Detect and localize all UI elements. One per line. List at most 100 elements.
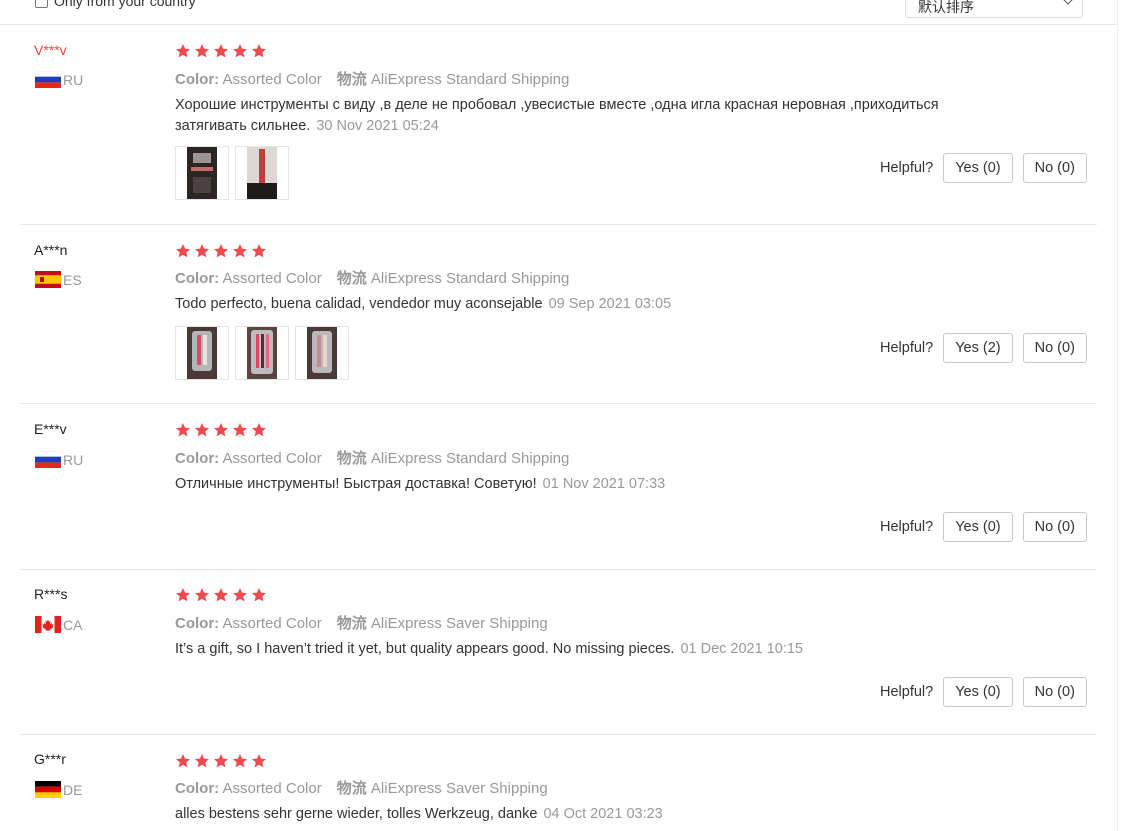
helpful-yes-button[interactable]: Yes (0) [943,677,1013,707]
review-image-thumbnail[interactable] [295,326,349,380]
review-item: G***r DE Color: Assorted Color 物流 AliExpr… [20,735,1097,831]
color-value: Assorted Color [222,71,322,88]
helpful-yes-button[interactable]: Yes (2) [943,333,1013,363]
star-icon [195,244,209,258]
shipping-label: 物流 [336,270,367,287]
review-image-thumbnail[interactable] [175,326,229,380]
color-value: Assorted Color [222,615,322,632]
review-images [175,326,349,380]
star-icon [214,423,228,437]
helpful-label: Helpful? [880,160,934,176]
star-icon [252,44,266,58]
star-icon [214,588,228,602]
only-country-checkbox[interactable] [35,0,48,8]
flag-ru-icon [35,71,61,88]
reviewer-name: G***r [34,751,66,767]
sort-dropdown[interactable]: 默认排序 [905,0,1083,18]
helpful-yes-button[interactable]: Yes (0) [943,512,1013,542]
shipping-label: 物流 [336,71,367,88]
country-code: RU [63,71,84,88]
review-body: alles bestens sehr gerne wieder, tolles … [175,806,538,822]
helpful-label: Helpful? [880,340,934,356]
helpful-vote: Helpful? Yes (0) No (0) [880,677,1087,707]
review-date: 01 Dec 2021 10:15 [680,641,803,657]
star-rating [175,243,267,259]
review-image-thumbnail[interactable] [175,146,229,200]
star-icon [252,423,266,437]
star-icon [214,754,228,768]
flag-ca-icon [35,616,61,633]
star-icon [252,244,266,258]
helpful-vote: Helpful? Yes (0) No (0) [880,512,1087,542]
shipping-value: AliExpress Saver Shipping [370,615,548,632]
helpful-no-button[interactable]: No (0) [1022,512,1087,542]
star-icon [195,423,209,437]
photo-thumbnail [187,147,217,199]
helpful-no-button[interactable]: No (0) [1022,677,1087,707]
review-sku-info: Color: Assorted Color 物流 AliExpress Stand… [175,447,569,468]
shipping-label: 物流 [336,780,367,797]
star-icon [176,44,190,58]
photo-thumbnail [247,147,277,199]
helpful-vote: Helpful? Yes (2) No (0) [880,333,1087,363]
shipping-label: 物流 [336,450,367,467]
color-label: Color: [175,71,220,88]
review-filter-bar: Only from your country 默认排序 [0,0,1117,25]
review-sku-info: Color: Assorted Color 物流 AliExpress Saver… [175,612,548,633]
shipping-value: AliExpress Standard Shipping [370,270,570,287]
country-code: CA [63,616,83,633]
flag-es-icon [35,271,61,288]
country-code: RU [63,451,84,468]
review-date: 04 Oct 2021 03:23 [543,806,663,822]
star-rating [175,43,267,59]
helpful-label: Helpful? [880,519,934,535]
star-icon [252,754,266,768]
star-icon [195,754,209,768]
review-date: 01 Nov 2021 07:33 [542,476,666,492]
review-item: V***v RU Color: Assorted Color 物流 AliExpr… [20,25,1097,225]
reviewer-country: RU [35,451,83,468]
review-image-thumbnail[interactable] [235,146,289,200]
country-code: ES [63,271,82,288]
review-images [175,146,289,200]
country-code: DE [63,781,83,798]
star-icon [214,244,228,258]
helpful-yes-button[interactable]: Yes (0) [943,153,1013,183]
review-body: Todo perfecto, buena calidad, vendedor m… [175,296,543,312]
right-divider [1117,0,1118,831]
reviewer-country: RU [35,71,83,88]
shipping-value: AliExpress Standard Shipping [370,450,570,467]
helpful-vote: Helpful? Yes (0) No (0) [880,153,1087,183]
flag-ru-icon [35,451,61,468]
star-icon [195,588,209,602]
reviewer-name: E***v [34,421,67,437]
color-label: Color: [175,780,220,797]
star-rating [175,587,267,603]
only-from-country-filter[interactable]: Only from your country [35,0,196,9]
review-body: Отличные инструменты! Быстрая доставка! … [175,476,537,492]
helpful-no-button[interactable]: No (0) [1022,333,1087,363]
chevron-down-icon [1062,0,1074,5]
flag-de-icon [35,781,61,798]
reviewer-country: ES [35,271,82,288]
shipping-value: AliExpress Standard Shipping [370,71,570,88]
sort-selected-value: 默认排序 [918,0,974,15]
color-label: Color: [175,615,220,632]
review-item: R***s CA Color: Assorted Color 物流 AliExpr… [20,570,1097,735]
review-item: E***v RU Color: Assorted Color 物流 AliExpr… [20,404,1097,570]
only-country-label: Only from your country [54,0,196,9]
color-value: Assorted Color [222,780,322,797]
color-label: Color: [175,270,220,287]
helpful-no-button[interactable]: No (0) [1022,153,1087,183]
star-icon [233,588,247,602]
star-icon [233,754,247,768]
star-icon [233,244,247,258]
star-rating [175,422,267,438]
helpful-label: Helpful? [880,684,934,700]
review-image-thumbnail[interactable] [235,326,289,380]
review-text: It’s a gift, so I haven’t tried it yet, … [175,639,1005,660]
reviewer-name: R***s [34,586,68,602]
reviewer-country: DE [35,781,82,798]
star-icon [252,588,266,602]
review-text: alles bestens sehr gerne wieder, tolles … [175,804,1005,825]
